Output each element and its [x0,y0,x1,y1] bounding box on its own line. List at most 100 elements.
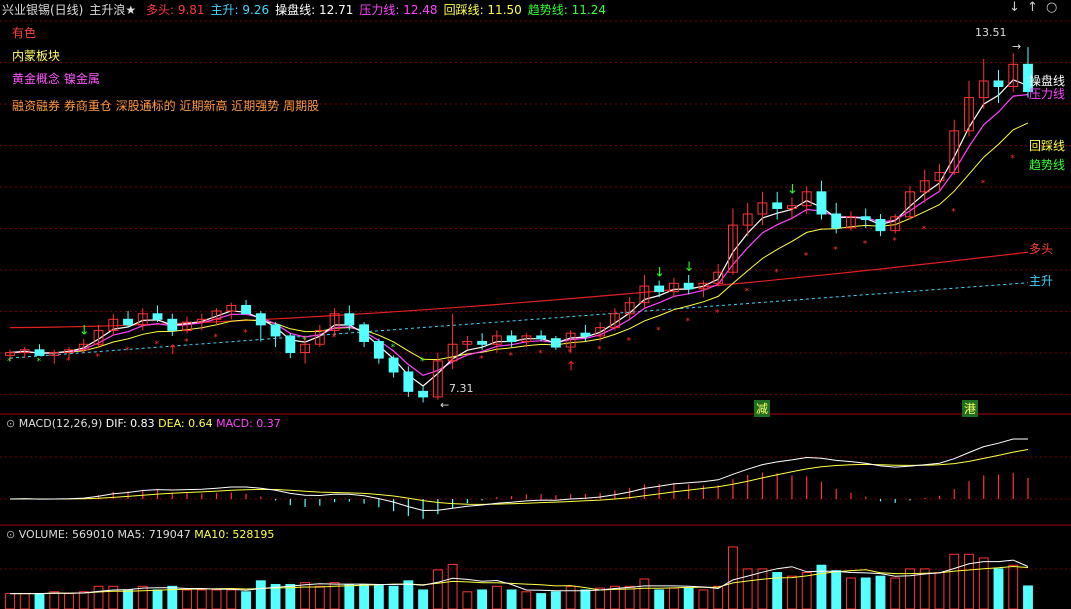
trend-star: * [214,333,219,343]
volume-bar [683,587,694,609]
trend-star: * [479,354,484,364]
duotou-line [9,251,1029,329]
volume-bar [875,575,886,609]
sell-arrow-icon: ↓ [684,260,695,275]
trend-star: * [509,352,514,362]
trend-star: * [597,345,602,355]
macd-settings-icon[interactable]: ⊙ [6,417,15,430]
volume-bar [373,583,384,609]
low-pointer-icon: ← [440,398,449,411]
stock-chart[interactable]: ***********************************↑↑↓↓↓… [0,0,1071,609]
candle-body [772,202,783,209]
candle-body [241,304,251,315]
macd-value: MACD: 0.37 [216,417,281,430]
candle-body [536,335,547,340]
volume-bar [713,585,724,609]
trend-star: * [833,245,838,255]
line-label-2: 压力线 [1029,87,1066,101]
volume-bar [595,587,606,609]
event-mark-1[interactable]: 减 [754,400,771,417]
high-label: 13.51 [975,26,1007,39]
macd-dea: DEA: 0.64 [158,417,213,430]
volume-bar [654,589,665,609]
trend-star: * [184,338,189,348]
volume-ma5: MA5: 719047 [117,528,191,541]
buy-arrow-icon: ↑ [167,343,178,358]
candle-body [816,191,827,215]
candle-body [167,318,178,331]
volume-bar [668,587,679,609]
volume-value: VOLUME: 569010 [18,528,114,541]
volume-bar [831,570,842,609]
candle-body [403,371,414,392]
volume-bar [462,591,473,609]
volume-bar [137,585,148,609]
macd-header: ⊙ MACD(12,26,9) DIF: 0.83 DEA: 0.64 MACD… [6,417,281,430]
candle-body [580,332,591,337]
candle-body [506,335,517,342]
volume-bar [919,568,930,609]
volume-header: ⊙ VOLUME: 569010 MA5: 719047 MA10: 52819… [6,528,274,541]
volume-bar [182,589,192,609]
volume-bar [1023,585,1033,609]
volume-bar [698,589,709,609]
trend-star: * [686,317,691,327]
line-label-5: 多头 [1029,242,1054,256]
trend-star: * [1010,154,1015,164]
volume-settings-icon[interactable]: ⊙ [6,528,15,541]
volume-bar [491,585,502,609]
candle-body [152,313,163,320]
yali-line [9,94,1029,376]
volume-bar [550,591,561,609]
volume-bar [19,593,30,609]
trend-star: * [391,343,396,353]
volume-bar [93,585,104,609]
macd-name: MACD(12,26,9) [18,417,103,430]
candle-body [123,318,133,326]
volume-bar [978,557,989,609]
trend-star: * [804,252,809,262]
volume-bar [418,589,429,609]
candle-body [359,324,370,342]
low-label: 7.31 [449,382,474,395]
vol-ma10-line [10,565,1029,595]
trend-star: * [420,357,425,367]
volume-bar [565,585,576,609]
trend-star: * [922,225,927,235]
volume-bar [757,568,768,609]
volume-bar [521,591,532,609]
candle-body [34,349,45,356]
volume-bar [447,563,458,609]
trend-star: * [774,268,779,278]
trend-star: * [125,346,130,356]
event-mark-2[interactable]: 港 [962,400,979,417]
macd-dif: DIF: 0.83 [105,417,155,430]
sell-arrow-icon: ↓ [654,266,665,281]
volume-bar [211,589,222,609]
high-pointer-icon: → [1012,40,1021,53]
candle-body [285,335,296,354]
volume-bar [639,578,650,609]
trend-star: * [745,287,750,297]
volume-bar [359,583,370,609]
volume-bar [196,589,207,609]
buy-arrow-icon: ↑ [566,360,577,375]
volume-bar [816,564,827,609]
sell-arrow-icon: ↓ [79,324,90,339]
volume-bar [477,589,488,609]
volume-bar [905,568,915,609]
volume-bar [506,589,517,609]
trend-star: * [656,326,661,336]
candle-body [418,390,429,398]
volume-bar [34,593,45,609]
candle-body [875,219,886,232]
trend-star: * [981,179,986,189]
volume-bar [344,583,355,609]
volume-bar [993,568,1004,609]
volume-bar [226,589,237,609]
volume-ma10: MA10: 528195 [194,528,275,541]
volume-bar [388,585,399,609]
candle-body [255,313,266,326]
dif-line [9,438,1028,512]
volume-bar [314,585,325,609]
